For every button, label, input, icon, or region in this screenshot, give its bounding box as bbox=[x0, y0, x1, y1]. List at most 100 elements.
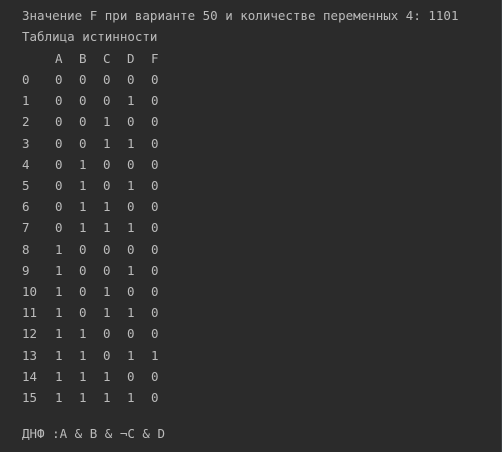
cell-f: 0 bbox=[151, 135, 159, 151]
cell-d: 1 bbox=[127, 305, 135, 321]
cell-c: 1 bbox=[103, 114, 111, 130]
cell-f: 0 bbox=[151, 262, 159, 278]
cell-d: 1 bbox=[127, 347, 135, 363]
cell-f: 0 bbox=[151, 156, 159, 172]
cell-a: 0 bbox=[55, 135, 63, 151]
row-index: 9 bbox=[22, 262, 30, 278]
cell-c: 0 bbox=[103, 326, 111, 342]
row-index: 7 bbox=[22, 220, 30, 236]
cell-f: 0 bbox=[151, 284, 159, 299]
row-index: 3 bbox=[22, 135, 30, 151]
cell-a: 0 bbox=[55, 220, 63, 236]
cell-d: 0 bbox=[127, 72, 135, 87]
cell-f: 0 bbox=[151, 178, 159, 193]
cell-c: 0 bbox=[103, 241, 111, 257]
row-index: 1 bbox=[22, 93, 30, 109]
column-header-c: C bbox=[103, 51, 111, 66]
cell-c: 1 bbox=[103, 305, 111, 321]
cell-d: 0 bbox=[127, 326, 135, 342]
cell-d: 1 bbox=[127, 178, 135, 193]
cell-d: 0 bbox=[127, 284, 135, 299]
cell-c: 1 bbox=[103, 135, 111, 151]
column-header-d: D bbox=[127, 51, 135, 66]
cell-f: 0 bbox=[151, 199, 159, 215]
console-output[interactable]: Значение F при варианте 50 и количестве … bbox=[0, 0, 502, 452]
cell-d: 0 bbox=[127, 368, 135, 384]
row-index: 10 bbox=[22, 284, 38, 299]
cell-d: 0 bbox=[127, 114, 135, 130]
cell-f: 0 bbox=[151, 241, 159, 257]
cell-f: 0 bbox=[151, 72, 159, 87]
cell-b: 1 bbox=[79, 326, 87, 342]
cell-a: 0 bbox=[55, 156, 63, 172]
cell-c: 0 bbox=[103, 93, 111, 109]
cell-c: 1 bbox=[103, 368, 111, 384]
cell-b: 0 bbox=[79, 284, 87, 299]
cell-a: 1 bbox=[55, 262, 63, 278]
cell-b: 1 bbox=[79, 199, 87, 215]
row-index: 6 bbox=[22, 199, 30, 215]
cell-a: 0 bbox=[55, 178, 63, 193]
dnf-result-line: ДНФ :A & B & ¬C & D bbox=[22, 426, 165, 441]
cell-c: 0 bbox=[103, 72, 111, 87]
truth-table-title: Таблица истинности bbox=[22, 29, 158, 44]
cell-b: 0 bbox=[79, 305, 87, 321]
cell-b: 1 bbox=[79, 156, 87, 172]
cell-a: 0 bbox=[55, 72, 63, 87]
cell-f: 0 bbox=[151, 390, 159, 405]
row-index: 0 bbox=[22, 72, 30, 87]
cell-a: 1 bbox=[55, 368, 63, 384]
cell-c: 1 bbox=[103, 199, 111, 215]
cell-f: 0 bbox=[151, 220, 159, 236]
cell-f: 0 bbox=[151, 368, 159, 384]
cell-d: 0 bbox=[127, 156, 135, 172]
cell-f: 0 bbox=[151, 114, 159, 130]
cell-c: 0 bbox=[103, 178, 111, 193]
cell-c: 1 bbox=[103, 220, 111, 236]
cell-b: 1 bbox=[79, 347, 87, 363]
column-header-f: F bbox=[151, 51, 159, 66]
variant-value-line: Значение F при варианте 50 и количестве … bbox=[22, 8, 459, 23]
cell-b: 0 bbox=[79, 72, 87, 87]
cell-c: 1 bbox=[103, 390, 111, 405]
column-header-a: A bbox=[55, 51, 63, 66]
cell-c: 0 bbox=[103, 156, 111, 172]
cell-c: 0 bbox=[103, 347, 111, 363]
cell-a: 0 bbox=[55, 93, 63, 109]
cell-a: 1 bbox=[55, 390, 63, 405]
cell-b: 1 bbox=[79, 178, 87, 193]
cell-d: 1 bbox=[127, 135, 135, 151]
cell-f: 0 bbox=[151, 93, 159, 109]
row-index: 15 bbox=[22, 390, 38, 405]
cell-f: 1 bbox=[151, 347, 159, 363]
cell-b: 0 bbox=[79, 262, 87, 278]
cell-f: 0 bbox=[151, 305, 159, 321]
cell-a: 1 bbox=[55, 326, 63, 342]
cell-c: 1 bbox=[103, 284, 111, 299]
cell-b: 0 bbox=[79, 114, 87, 130]
cell-d: 0 bbox=[127, 241, 135, 257]
cell-b: 0 bbox=[79, 241, 87, 257]
cell-d: 0 bbox=[127, 199, 135, 215]
cell-b: 1 bbox=[79, 368, 87, 384]
cell-a: 0 bbox=[55, 199, 63, 215]
cell-d: 1 bbox=[127, 93, 135, 109]
cell-b: 1 bbox=[79, 220, 87, 236]
row-index: 13 bbox=[22, 347, 38, 363]
column-header-b: B bbox=[79, 51, 87, 66]
row-index: 12 bbox=[22, 326, 38, 342]
cell-d: 1 bbox=[127, 220, 135, 236]
truth-table-header: A B C D F bbox=[22, 49, 159, 69]
row-index: 8 bbox=[22, 241, 30, 257]
cell-b: 0 bbox=[79, 93, 87, 109]
row-index: 14 bbox=[22, 368, 38, 384]
cell-a: 1 bbox=[55, 284, 63, 299]
cell-d: 1 bbox=[127, 262, 135, 278]
cell-c: 0 bbox=[103, 262, 111, 278]
cell-b: 0 bbox=[79, 135, 87, 151]
row-index: 2 bbox=[22, 114, 30, 130]
cell-a: 1 bbox=[55, 347, 63, 363]
row-index: 5 bbox=[22, 178, 30, 193]
row-index: 11 bbox=[22, 305, 38, 321]
row-index: 4 bbox=[22, 156, 30, 172]
